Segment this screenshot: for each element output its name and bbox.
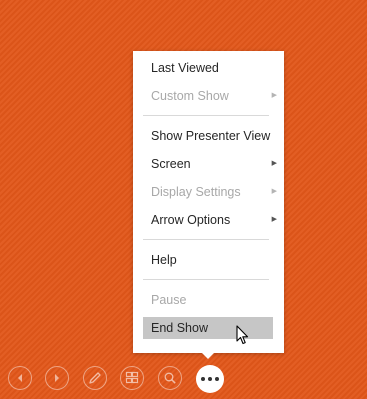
more-options-button[interactable] xyxy=(196,365,224,393)
menu-item-last-viewed[interactable]: Last Viewed xyxy=(143,57,273,79)
menu-item-label: Last Viewed xyxy=(151,61,219,75)
more-options-icon xyxy=(200,377,221,381)
zoom-button[interactable] xyxy=(158,366,182,390)
zoom-icon xyxy=(164,372,176,384)
menu-item-custom-show: Custom Show ▶ xyxy=(143,85,277,107)
menu-item-display-settings: Display Settings ▶ xyxy=(143,181,277,203)
menu-item-label: Arrow Options xyxy=(151,213,231,227)
menu-item-label: Screen xyxy=(151,157,191,171)
previous-icon xyxy=(18,374,22,382)
see-all-slides-icon xyxy=(125,371,139,384)
menu-item-help[interactable]: Help xyxy=(143,249,273,271)
slideshow-options-menu: Last Viewed Custom Show ▶ Show Presenter… xyxy=(133,51,284,353)
pen-button[interactable] xyxy=(83,366,107,390)
menu-item-label: Custom Show xyxy=(151,89,229,103)
see-all-slides-button[interactable] xyxy=(120,366,144,390)
menu-item-label: Display Settings xyxy=(151,185,241,199)
menu-separator xyxy=(143,279,269,280)
menu-pointer xyxy=(201,352,215,359)
pen-icon xyxy=(89,372,101,384)
menu-item-label: End Show xyxy=(151,321,208,335)
slideshow-toolbar xyxy=(0,365,367,395)
menu-item-label: Help xyxy=(151,253,177,267)
menu-item-screen[interactable]: Screen ▶ xyxy=(143,153,277,175)
menu-item-end-show[interactable]: End Show xyxy=(143,317,273,339)
menu-item-pause: Pause xyxy=(143,289,273,311)
menu-item-show-presenter-view[interactable]: Show Presenter View xyxy=(143,125,273,147)
menu-item-arrow-options[interactable]: Arrow Options ▶ xyxy=(143,209,277,231)
submenu-arrow-icon: ▶ xyxy=(271,92,277,99)
next-icon xyxy=(55,374,59,382)
next-button[interactable] xyxy=(45,366,69,390)
menu-separator xyxy=(143,239,269,240)
previous-button[interactable] xyxy=(8,366,32,390)
submenu-arrow-icon: ▶ xyxy=(271,216,277,223)
menu-separator xyxy=(143,115,269,116)
submenu-arrow-icon: ▶ xyxy=(271,188,277,195)
menu-item-label: Pause xyxy=(151,293,187,307)
submenu-arrow-icon: ▶ xyxy=(271,160,277,167)
mouse-cursor-icon xyxy=(236,325,249,345)
menu-item-label: Show Presenter View xyxy=(151,129,271,143)
